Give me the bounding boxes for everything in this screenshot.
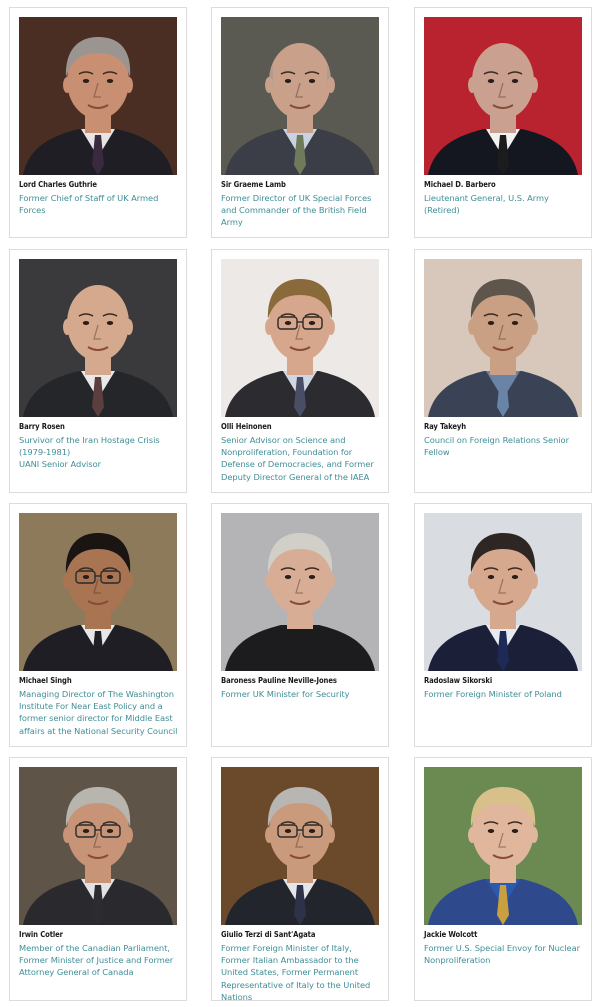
person-role-line: Managing Director of The Washington Inst… xyxy=(19,689,178,736)
portrait-illustration xyxy=(19,513,177,671)
person-name: Olli Heinonen xyxy=(221,422,272,431)
portrait-illustration xyxy=(221,513,379,671)
person-portrait xyxy=(221,513,379,671)
person-name: Jackie Wolcott xyxy=(424,930,478,939)
person-portrait xyxy=(424,767,582,925)
person-card[interactable]: Jackie Wolcott Former U.S. Special Envoy … xyxy=(414,757,592,1001)
person-role-line: Former UK Minister for Security xyxy=(221,689,350,699)
portrait-illustration xyxy=(424,17,582,175)
person-card[interactable]: Olli Heinonen Senior Advisor on Science a… xyxy=(211,249,389,493)
person-role: Former U.S. Special Envoy for Nuclear No… xyxy=(424,942,584,966)
person-role-line: Former U.S. Special Envoy for Nuclear No… xyxy=(424,943,580,966)
person-portrait xyxy=(221,17,379,175)
portrait-illustration xyxy=(424,259,582,417)
person-name: Irwin Cotler xyxy=(19,930,63,939)
person-card[interactable]: Barry Rosen Survivor of the Iran Hostage … xyxy=(9,249,187,493)
person-card[interactable]: Baroness Pauline Neville-Jones Former UK … xyxy=(211,503,389,747)
person-portrait xyxy=(19,513,177,671)
person-name: Michael D. Barbero xyxy=(424,180,496,189)
person-name: Baroness Pauline Neville-Jones xyxy=(221,676,337,685)
portrait-illustration xyxy=(19,259,177,417)
people-grid: Lord Charles Guthrie Former Chief of Staf… xyxy=(0,0,600,1007)
person-role: Member of the Canadian Parliament, Forme… xyxy=(19,942,179,979)
person-role-line: Survivor of the Iran Hostage Crisis (197… xyxy=(19,435,160,458)
person-name: Barry Rosen xyxy=(19,422,65,431)
person-card[interactable]: Michael D. Barbero Lieutenant General, U.… xyxy=(414,7,592,238)
person-role: Former Director of UK Special Forces and… xyxy=(221,192,381,229)
person-name: Lord Charles Guthrie xyxy=(19,180,97,189)
person-role-line: Council on Foreign Relations Senior Fell… xyxy=(424,435,569,458)
person-name: Sir Graeme Lamb xyxy=(221,180,286,189)
person-role-line: Former Foreign Minister of Poland xyxy=(424,689,562,699)
person-card[interactable]: Sir Graeme Lamb Former Director of UK Spe… xyxy=(211,7,389,238)
person-role: Former UK Minister for Security xyxy=(221,688,381,700)
person-portrait xyxy=(19,259,177,417)
portrait-illustration xyxy=(221,17,379,175)
person-role-line: Former Chief of Staff of UK Armed Forces xyxy=(19,193,159,216)
person-portrait xyxy=(424,17,582,175)
person-portrait xyxy=(424,513,582,671)
person-role: Senior Advisor on Science and Nonprolife… xyxy=(221,434,381,483)
person-portrait xyxy=(221,259,379,417)
person-portrait xyxy=(424,259,582,417)
person-name: Michael Singh xyxy=(19,676,72,685)
person-role-line: UANI Senior Advisor xyxy=(19,459,101,470)
portrait-illustration xyxy=(424,513,582,671)
person-card[interactable]: Radoslaw Sikorski Former Foreign Minister… xyxy=(414,503,592,747)
person-role-line: Former Director of UK Special Forces and… xyxy=(221,193,372,228)
person-role: Managing Director of The Washington Inst… xyxy=(19,688,179,737)
person-role-line: Lieutenant General, U.S. Army (Retired) xyxy=(424,193,549,216)
person-portrait xyxy=(19,17,177,175)
person-card[interactable]: Giulio Terzi di Sant'Agata Former Foreign… xyxy=(211,757,389,1003)
person-card[interactable]: Michael Singh Managing Director of The Wa… xyxy=(9,503,187,747)
person-card[interactable]: Irwin Cotler Member of the Canadian Parli… xyxy=(9,757,187,1001)
person-portrait xyxy=(19,767,177,925)
person-role: Council on Foreign Relations Senior Fell… xyxy=(424,434,584,458)
person-role: Former Foreign Minister of Poland xyxy=(424,688,584,700)
person-role-line: Member of the Canadian Parliament, Forme… xyxy=(19,943,174,978)
portrait-illustration xyxy=(221,767,379,925)
person-role: Former Foreign Minister of Italy, Former… xyxy=(221,942,381,1003)
person-role-line: Senior Advisor on Science and Nonprolife… xyxy=(221,435,374,482)
person-portrait xyxy=(221,767,379,925)
person-role: Lieutenant General, U.S. Army (Retired) xyxy=(424,192,584,216)
portrait-illustration xyxy=(19,17,177,175)
person-name: Giulio Terzi di Sant'Agata xyxy=(221,930,316,939)
person-name: Radoslaw Sikorski xyxy=(424,676,493,685)
person-role: Survivor of the Iran Hostage Crisis (197… xyxy=(19,434,179,471)
portrait-illustration xyxy=(424,767,582,925)
person-card[interactable]: Lord Charles Guthrie Former Chief of Staf… xyxy=(9,7,187,238)
person-role-line: Former Foreign Minister of Italy, Former… xyxy=(221,943,371,1002)
portrait-illustration xyxy=(19,767,177,925)
person-card[interactable]: Ray Takeyh Council on Foreign Relations S… xyxy=(414,249,592,493)
person-name: Ray Takeyh xyxy=(424,422,467,431)
person-role: Former Chief of Staff of UK Armed Forces xyxy=(19,192,179,216)
portrait-illustration xyxy=(221,259,379,417)
